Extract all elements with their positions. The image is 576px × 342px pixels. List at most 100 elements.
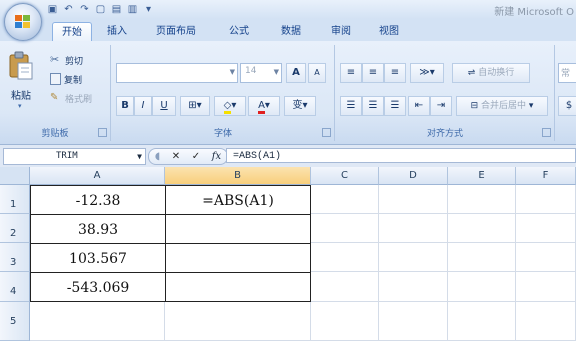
- font-size-combo[interactable]: 14 ▼: [240, 63, 282, 83]
- cell[interactable]: [311, 302, 379, 341]
- wrap-text-button[interactable]: ⇌ 自动换行: [452, 63, 530, 83]
- tab-review[interactable]: 审阅: [324, 22, 358, 41]
- currency-button[interactable]: $: [558, 96, 576, 116]
- cell[interactable]: [516, 214, 576, 243]
- expand-icon[interactable]: ◖: [155, 151, 160, 162]
- select-all-corner[interactable]: [0, 167, 30, 185]
- bold-button[interactable]: B: [116, 96, 134, 116]
- cell[interactable]: [379, 243, 448, 272]
- align-center-button[interactable]: ☰: [362, 96, 384, 116]
- copy-button[interactable]: 复制: [50, 72, 82, 86]
- shrink-font-button[interactable]: A: [308, 63, 326, 83]
- cancel-icon[interactable]: ✕: [172, 151, 180, 162]
- tab-insert[interactable]: 插入: [100, 22, 134, 41]
- row-header-3[interactable]: 3: [0, 243, 30, 272]
- open-icon[interactable]: ▤: [110, 3, 123, 16]
- enter-icon[interactable]: ✓: [192, 151, 200, 162]
- cell-a1[interactable]: -12.38: [30, 185, 166, 215]
- print-preview-icon[interactable]: ▥: [126, 3, 139, 16]
- cell[interactable]: [379, 214, 448, 243]
- new-doc-icon[interactable]: ▢: [94, 3, 107, 16]
- paste-dropdown-icon[interactable]: ▾: [18, 102, 22, 110]
- align-top-button[interactable]: ≡: [340, 63, 362, 83]
- office-button[interactable]: [4, 3, 42, 41]
- cell[interactable]: [311, 243, 379, 272]
- cell-b4[interactable]: [165, 272, 311, 302]
- cell[interactable]: [516, 185, 576, 214]
- align-bottom-icon: ≡: [390, 67, 400, 78]
- font-launcher-icon[interactable]: [322, 128, 331, 137]
- format-painter-button[interactable]: ✎ 格式刷: [50, 91, 92, 105]
- row-header-2[interactable]: 2: [0, 214, 30, 243]
- row-header-1[interactable]: 1: [0, 185, 30, 214]
- chevron-down-icon: ▼: [229, 68, 235, 76]
- paste-button[interactable]: 粘贴: [11, 87, 31, 102]
- cell[interactable]: [311, 214, 379, 243]
- formula-input[interactable]: =ABS(A1): [226, 148, 576, 163]
- align-middle-button[interactable]: ≡: [362, 63, 384, 83]
- column-header-c[interactable]: C: [311, 167, 379, 185]
- undo-icon[interactable]: ↶: [62, 3, 75, 16]
- column-header-e[interactable]: E: [448, 167, 516, 185]
- cell[interactable]: [516, 272, 576, 302]
- cell[interactable]: [448, 302, 516, 341]
- decrease-indent-button[interactable]: ⇤: [408, 96, 430, 116]
- number-format-combo[interactable]: 常: [558, 63, 576, 83]
- tab-data[interactable]: 数据: [274, 22, 308, 41]
- tab-view[interactable]: 视图: [372, 22, 406, 41]
- font-name-combo[interactable]: ▼: [116, 63, 238, 83]
- row-header-4[interactable]: 4: [0, 272, 30, 302]
- borders-button[interactable]: ⊞▾: [180, 96, 210, 116]
- column-header-b[interactable]: B: [165, 167, 311, 185]
- cut-button[interactable]: ✂ 剪切: [50, 53, 83, 67]
- paste-icon[interactable]: [8, 51, 34, 81]
- cell[interactable]: [379, 302, 448, 341]
- tab-formulas[interactable]: 公式: [222, 22, 256, 41]
- worksheet-grid: A B C D E F 1 2 3 4 5 -12.38 =ABS(A1) 38…: [0, 167, 576, 341]
- customize-qat-icon[interactable]: ▾: [142, 3, 155, 16]
- cell[interactable]: [379, 185, 448, 214]
- window-title: 新建 Microsoft O: [494, 7, 574, 18]
- cell[interactable]: [30, 302, 165, 341]
- fill-color-button[interactable]: ◇▾: [214, 96, 246, 116]
- cell[interactable]: [311, 185, 379, 214]
- alignment-launcher-icon[interactable]: [542, 128, 551, 137]
- phonetic-button[interactable]: 变▾: [284, 96, 316, 116]
- save-icon[interactable]: ▣: [46, 3, 59, 16]
- cell[interactable]: [516, 302, 576, 341]
- cell[interactable]: [448, 214, 516, 243]
- cell[interactable]: [448, 243, 516, 272]
- clipboard-launcher-icon[interactable]: [98, 128, 107, 137]
- row-header-5[interactable]: 5: [0, 302, 30, 341]
- tab-page-layout[interactable]: 页面布局: [150, 22, 202, 41]
- cell[interactable]: [448, 272, 516, 302]
- orientation-button[interactable]: ≫▾: [410, 63, 444, 83]
- cell[interactable]: [448, 185, 516, 214]
- merge-center-button[interactable]: ⊟ 合并后居中 ▾: [456, 96, 548, 116]
- cell-a4[interactable]: -543.069: [30, 272, 166, 302]
- cell-b3[interactable]: [165, 243, 311, 273]
- grow-font-button[interactable]: A: [286, 63, 306, 83]
- tab-home[interactable]: 开始: [52, 22, 92, 42]
- align-left-button[interactable]: ☰: [340, 96, 362, 116]
- insert-function-icon[interactable]: fx: [212, 151, 221, 162]
- align-bottom-button[interactable]: ≡: [384, 63, 406, 83]
- column-header-a[interactable]: A: [30, 167, 165, 185]
- cell-a2[interactable]: 38.93: [30, 214, 166, 244]
- cell[interactable]: [516, 243, 576, 272]
- name-box[interactable]: TRIM ▼: [3, 148, 146, 165]
- italic-button[interactable]: I: [134, 96, 152, 116]
- align-right-button[interactable]: ☰: [384, 96, 406, 116]
- cell-b1[interactable]: =ABS(A1): [165, 185, 311, 215]
- column-header-f[interactable]: F: [516, 167, 576, 185]
- cell[interactable]: [311, 272, 379, 302]
- cell-a3[interactable]: 103.567: [30, 243, 166, 273]
- redo-icon[interactable]: ↷: [78, 3, 91, 16]
- underline-button[interactable]: U: [152, 96, 176, 116]
- column-header-d[interactable]: D: [379, 167, 448, 185]
- increase-indent-button[interactable]: ⇥: [430, 96, 452, 116]
- font-color-button[interactable]: A▾: [248, 96, 280, 116]
- cell-b2[interactable]: [165, 214, 311, 244]
- cell[interactable]: [165, 302, 311, 341]
- cell[interactable]: [379, 272, 448, 302]
